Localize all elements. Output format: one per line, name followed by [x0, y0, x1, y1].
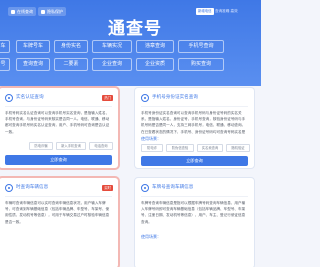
new-badge: 新增电信 — [196, 8, 214, 15]
query-button[interactable]: 立即查询 — [141, 156, 248, 166]
card-description: 手机号码实名认证查询可以查询手机号实名查询，是指输入姓名、手机号查询，与身份证号… — [5, 111, 110, 134]
card-header: 实名认证查询 热门 — [5, 94, 113, 103]
card-header: 手机号身份证实名查询 — [141, 94, 249, 103]
tag: 新入手机查询 — [56, 142, 86, 150]
service-card: 时查询车辆信息 实时 车辆时查询车辆信息可以实时查询车辆信息状况，用户输入车牌号… — [0, 177, 119, 267]
pill-label: 在线查询 — [17, 9, 33, 14]
shield-icon — [41, 9, 45, 14]
nav-item[interactable]: 企业资质 — [136, 58, 174, 71]
site-logo[interactable]: 通查号 — [108, 14, 162, 39]
nav-item[interactable]: 号 — [0, 58, 10, 71]
hot-badge: 热门 — [102, 95, 113, 101]
card-divider — [141, 106, 248, 107]
car-icon — [5, 184, 13, 192]
card-description: 手机号身份证实名查询可以查询手机号码与身份证号码的实名关系，是指输入姓名、身份证… — [141, 111, 246, 134]
privacy-pill[interactable]: 隐私保护 — [38, 7, 66, 16]
nav-item[interactable]: 车辆实况 — [92, 40, 132, 53]
online-query-pill[interactable]: 在线查询 — [8, 7, 36, 16]
pill-label: 隐私保护 — [47, 9, 63, 14]
card-divider — [5, 106, 112, 107]
nav-item[interactable]: 车牌号车 — [16, 40, 50, 53]
usage-label: 使用场景： — [141, 234, 161, 239]
card-header: 车牌号查询车辆信息 — [141, 184, 249, 193]
phone-icon — [141, 94, 149, 102]
tag: 实名卖查询 — [197, 144, 223, 152]
nav-item[interactable]: 违章查询 — [136, 40, 174, 53]
tagline: 查询准确 高效 — [215, 9, 238, 13]
card-description: 车辆时查询车辆信息可以实时查询车辆信息状况，用户输入车牌号，可查询到车辆基础信息… — [5, 201, 110, 224]
search-icon — [11, 9, 15, 14]
card-tags: 防电诈骗 新入手机查询 电话查询 — [5, 142, 113, 150]
card-title: 车牌号查询车辆信息 — [152, 185, 194, 190]
nav-row-2: 号 查询查询 二要素 企业查询 企业资质 购买查询 — [0, 58, 261, 71]
query-button[interactable]: 立即查询 — [5, 155, 112, 165]
card-header: 时查询车辆信息 实时 — [5, 184, 113, 193]
tag: 电话查询 — [89, 142, 113, 150]
tag: 防电诈 — [141, 144, 163, 152]
service-card: 车牌号查询车辆信息 车牌号查询车辆信息是指可以根据车牌号码查询车辆信息，用户输入… — [134, 177, 255, 267]
card-tags: 防电诈 防伪信查验 实名卖查询 随机验证 — [141, 144, 250, 152]
car-icon — [141, 184, 149, 192]
card-description: 车牌号查询车辆信息是指可以根据车牌号码查询车辆信息，用户输入车牌号码即可查询车辆… — [141, 201, 246, 224]
card-title: 时查询车辆信息 — [16, 185, 49, 190]
card-divider — [141, 196, 248, 197]
nav-item[interactable]: 手机号查询 — [178, 40, 224, 53]
usage-label: 使用场景： — [141, 136, 161, 141]
service-card: 手机号身份证实名查询 手机号身份证实名查询可以查询手机号码与身份证号码的实名关系… — [134, 87, 255, 169]
id-card-icon — [5, 94, 13, 102]
tag: 防电诈骗 — [29, 142, 53, 150]
nav-item[interactable]: 二要素 — [54, 58, 88, 71]
nav-row-1: 车 车牌号车 身份实名 车辆实况 违章查询 手机号查询 — [0, 40, 261, 53]
nav-item[interactable]: 购买查询 — [178, 58, 224, 71]
card-title: 手机号身份证实名查询 — [152, 95, 198, 100]
tag: 随机验证 — [226, 144, 250, 152]
service-card: 实名认证查询 热门 手机号码实名认证查询可以查询手机号实名查询，是指输入姓名、手… — [0, 87, 119, 169]
header-banner: 在线查询 隐私保护 通查号 新增电信 查询准确 高效 车 车牌号车 身份实名 车… — [0, 0, 261, 86]
tag: 防伪信查验 — [166, 144, 194, 152]
nav-item[interactable]: 身份实名 — [54, 40, 88, 53]
nav-item[interactable]: 企业查询 — [92, 58, 132, 71]
card-divider — [5, 196, 112, 197]
card-title: 实名认证查询 — [16, 95, 44, 100]
nav-item[interactable]: 查询查询 — [16, 58, 50, 71]
realtime-badge: 实时 — [102, 185, 113, 191]
nav-item[interactable]: 车 — [0, 40, 10, 53]
